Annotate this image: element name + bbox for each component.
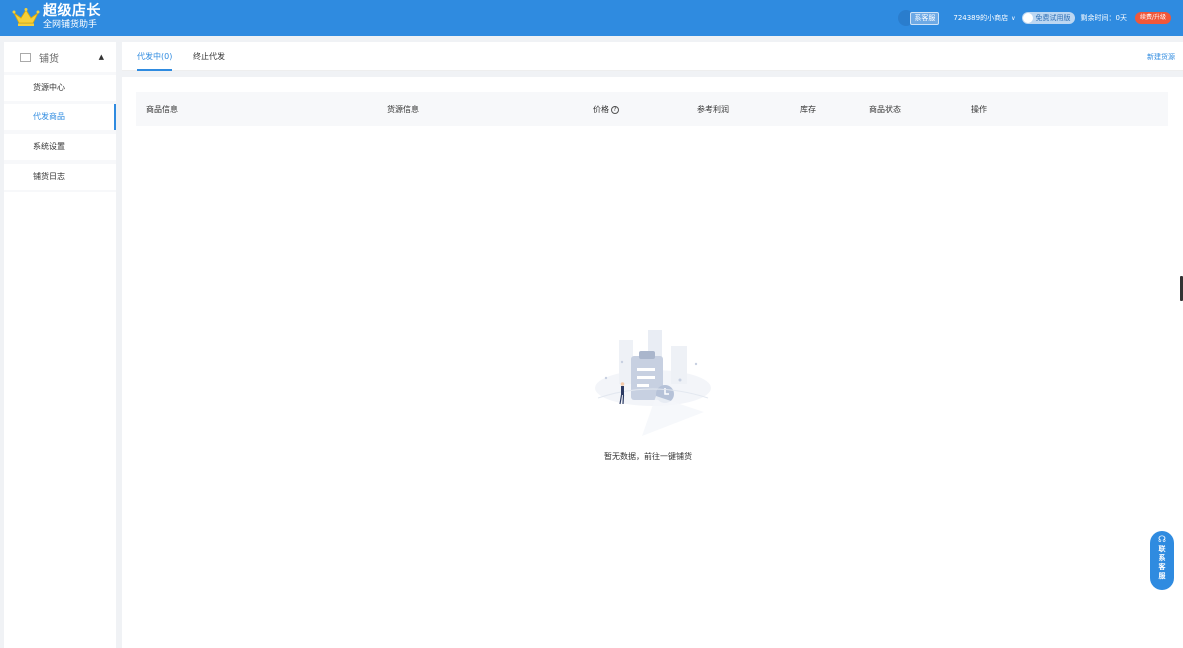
empty-message: 暂无数据， [604, 452, 644, 461]
column-ref-profit: 参考利润 [697, 105, 729, 114]
brand-title: 超级店长 [43, 3, 101, 19]
headset-icon: ☊ [1158, 535, 1166, 545]
tabs-bar: 代发中(0) 终止代发 新建货源 [122, 42, 1183, 71]
float-cs-char: 客 [1158, 563, 1166, 571]
sidebar-item-source-center[interactable]: 货源中心 [4, 75, 116, 101]
tab-dropshipping[interactable]: 代发中(0) [137, 51, 173, 71]
trial-toggle-knob [1022, 13, 1033, 23]
shop-selector[interactable]: 724389的小商店 ∨ [953, 13, 1015, 23]
customer-service-button[interactable]: 系客服 [910, 11, 940, 25]
column-stock: 库存 [800, 105, 816, 114]
header-right: 系客服 724389的小商店 ∨ 免费试用版 剩余时间：0天 续费/升级 [898, 9, 1171, 27]
top-header: 超级店长 全网铺货助手 系客服 724389的小商店 ∨ 免费试用版 剩余时间：… [0, 0, 1183, 36]
column-product-info: 商品信息 [146, 105, 178, 114]
column-source-info: 货源信息 [387, 105, 419, 114]
sidebar-item-distribution-log[interactable]: 铺货日志 [4, 164, 116, 190]
brand-subtitle: 全网铺货助手 [43, 20, 98, 30]
question-icon[interactable]: ? [611, 105, 619, 114]
customer-service[interactable]: 系客服 [898, 10, 940, 26]
chevron-down-icon: ∨ [1011, 14, 1016, 22]
trial-label: 免费试用版 [1035, 14, 1071, 22]
float-cs-char: 系 [1158, 554, 1166, 562]
float-cs-char: 服 [1158, 572, 1166, 580]
shop-name: 724389的小商店 [953, 14, 1009, 22]
section-divider [122, 71, 1183, 77]
sidebar: 铺货 ▲ 货源中心 代发商品 系统设置 铺货日志 [4, 42, 116, 648]
main-content: 代发中(0) 终止代发 新建货源 商品信息 货源信息 价格? 参考利润 库存 商… [122, 42, 1183, 648]
sidebar-item-dropship-products[interactable]: 代发商品 [4, 104, 116, 130]
new-source-link[interactable]: 新建货源 [1147, 52, 1175, 62]
crown-icon [12, 8, 40, 26]
sidebar-group-label: 铺货 [39, 53, 59, 65]
remaining-time: 剩余时间：0天 [1080, 14, 1127, 22]
tab-terminated[interactable]: 终止代发 [193, 51, 225, 62]
image-icon [20, 52, 31, 62]
sidebar-group-distribution[interactable]: 铺货 ▲ [4, 42, 116, 72]
renew-upgrade-button[interactable]: 续费/升级 [1134, 12, 1171, 24]
chevron-up-icon: ▲ [98, 53, 104, 61]
empty-state-illustration [595, 330, 711, 436]
column-price: 价格? [593, 104, 619, 115]
table-header: 商品信息 货源信息 价格? 参考利润 库存 商品状态 操作 [136, 92, 1168, 126]
trial-badge[interactable]: 免费试用版 [1021, 12, 1075, 24]
column-status: 商品状态 [869, 105, 901, 114]
empty-state-text: 暂无数据，前往一键铺货 [604, 451, 692, 462]
sidebar-item-system-settings[interactable]: 系统设置 [4, 134, 116, 160]
column-price-label: 价格 [593, 105, 609, 114]
float-cs-char: 联 [1158, 545, 1166, 553]
floating-contact-service[interactable]: ☊ 联 系 客 服 [1150, 531, 1174, 590]
go-distribute-link[interactable]: 前往一键铺货 [644, 452, 692, 461]
column-actions: 操作 [971, 105, 987, 114]
